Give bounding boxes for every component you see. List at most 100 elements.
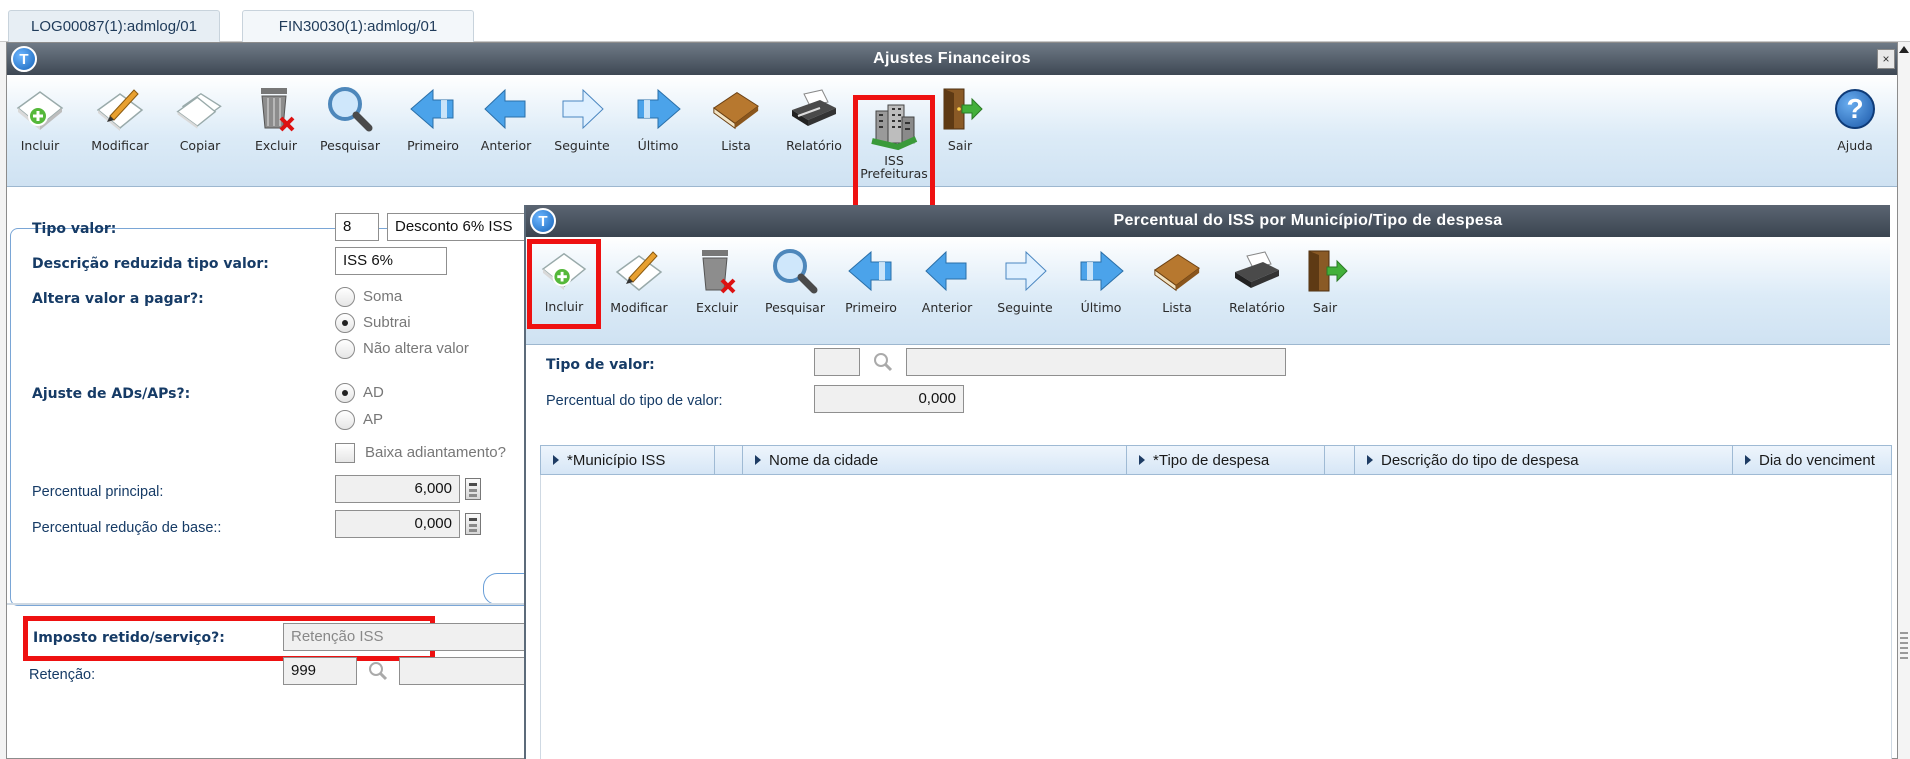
toolbar-seguinte-button[interactable]: Seguinte — [551, 83, 613, 179]
ajuste-ads-aps-label: Ajuste de ADs/APs?: — [32, 386, 191, 402]
column-municipio-iss[interactable]: *Município ISS — [541, 446, 715, 474]
last-icon — [1075, 245, 1127, 297]
vertical-scrollbar[interactable] — [1896, 42, 1910, 759]
toolbar-primeiro-button[interactable]: Primeiro — [402, 83, 464, 179]
imposto-retido-label: Imposto retido/serviço?: — [33, 630, 225, 646]
next-icon — [556, 83, 608, 135]
popup-percentual-field[interactable]: 0,000 — [814, 385, 964, 413]
close-icon[interactable]: × — [1877, 49, 1895, 69]
popup-anterior-button[interactable]: Anterior — [916, 245, 978, 341]
popup-primeiro-button[interactable]: Primeiro — [840, 245, 902, 341]
next-icon — [999, 245, 1051, 297]
toolbar-relatorio-button[interactable]: Relatório — [783, 83, 845, 179]
column-municipio-lookup[interactable] — [715, 446, 743, 474]
tab-fin30030[interactable]: FIN30030(1):admlog/01 — [242, 10, 474, 42]
toolbar-iss-prefeituras-button[interactable]: ISS Prefeituras — [853, 95, 935, 213]
popup-tipo-valor-description-field[interactable] — [906, 348, 1286, 376]
exit-icon — [934, 83, 986, 135]
last-icon — [632, 83, 684, 135]
toolbar-anterior-button[interactable]: Anterior — [475, 83, 537, 179]
popup-ultimo-button[interactable]: Último — [1070, 245, 1132, 341]
percentual-principal-label: Percentual principal: — [32, 484, 164, 500]
toolbar-excluir-button[interactable]: Excluir — [245, 83, 307, 179]
edit-icon — [613, 245, 665, 297]
percentual-reducao-field[interactable]: 0,000 — [335, 510, 460, 538]
retencao-code-field[interactable]: 999 — [283, 657, 357, 685]
grid-body[interactable] — [540, 475, 1892, 759]
radio-soma-label: Soma — [363, 288, 403, 305]
baixa-adiantamento-label: Baixa adiantamento? — [365, 444, 506, 461]
popup-seguinte-button[interactable]: Seguinte — [994, 245, 1056, 341]
help-icon: ? — [1829, 83, 1881, 135]
radio-subtrai[interactable] — [335, 313, 355, 333]
scroll-up-icon[interactable] — [1899, 46, 1909, 53]
main-title: Ajustes Financeiros — [873, 50, 1031, 67]
column-nome-cidade[interactable]: Nome da cidade — [743, 446, 1127, 474]
descricao-reduzida-field[interactable]: ISS 6% — [335, 247, 447, 275]
radio-ad[interactable] — [335, 383, 355, 403]
section-divider — [7, 603, 537, 605]
calculator-icon[interactable] — [465, 513, 481, 535]
add-icon — [14, 83, 66, 135]
radio-ap-label: AP — [363, 411, 384, 428]
search-icon[interactable] — [367, 660, 389, 682]
radio-soma[interactable] — [335, 287, 355, 307]
popup-lista-button[interactable]: Lista — [1146, 245, 1208, 341]
radio-ad-label: AD — [363, 384, 384, 401]
popup-tipo-valor-label: Tipo de valor: — [546, 357, 655, 373]
retencao-description-field[interactable] — [399, 657, 535, 685]
column-descricao-tipo-despesa[interactable]: Descrição do tipo de despesa — [1355, 446, 1733, 474]
column-dia-vencimento[interactable]: Dia do venciment — [1733, 446, 1893, 474]
first-icon — [407, 83, 459, 135]
first-icon — [845, 245, 897, 297]
iss-buildings-icon — [868, 100, 920, 152]
toolbar-modificar-button[interactable]: Modificar — [89, 83, 151, 179]
radio-nao-altera[interactable] — [335, 339, 355, 359]
column-tipo-despesa[interactable]: *Tipo de despesa — [1127, 446, 1325, 474]
popup-excluir-button[interactable]: Excluir — [686, 245, 748, 341]
descricao-reduzida-label: Descrição reduzida tipo valor: — [32, 256, 269, 272]
list-icon — [1151, 245, 1203, 297]
list-icon — [710, 83, 762, 135]
toolbar-ultimo-button[interactable]: Último — [627, 83, 689, 179]
app-logo-icon: T — [530, 208, 556, 234]
imposto-retido-select[interactable]: Retenção ISS — [283, 623, 533, 651]
toolbar-lista-button[interactable]: Lista — [705, 83, 767, 179]
toolbar-incluir-button[interactable]: Incluir — [9, 83, 71, 179]
search-icon[interactable] — [872, 351, 894, 373]
percentual-reducao-label: Percentual redução de base:: — [32, 520, 222, 536]
popup-modificar-button[interactable]: Modificar — [608, 245, 670, 341]
search-icon — [769, 245, 821, 297]
toolbar-copiar-button[interactable]: Copiar — [169, 83, 231, 179]
baixa-adiantamento-checkbox[interactable] — [335, 443, 355, 463]
main-titlebar: Ajustes Financeiros — [7, 43, 1897, 75]
popup-incluir-button[interactable]: Incluir — [527, 239, 601, 329]
calculator-icon[interactable] — [465, 478, 481, 500]
tab-log00087[interactable]: LOG00087(1):admlog/01 — [8, 10, 220, 42]
previous-icon — [921, 245, 973, 297]
popup-relatorio-button[interactable]: Relatório — [1226, 245, 1288, 341]
popup-sair-button[interactable]: Sair — [1294, 245, 1356, 341]
radio-nao-altera-label: Não altera valor — [363, 340, 469, 357]
tipo-valor-code-field[interactable]: 8 — [335, 213, 379, 241]
popup-tipo-valor-code-field[interactable] — [814, 348, 860, 376]
toolbar-sair-button[interactable]: Sair — [929, 83, 991, 179]
search-icon — [324, 83, 376, 135]
copy-icon — [174, 83, 226, 135]
scroll-grip-icon[interactable] — [1900, 632, 1908, 660]
toolbar-ajuda-button[interactable]: ? Ajuda — [1827, 83, 1883, 179]
toolbar-pesquisar-button[interactable]: Pesquisar — [319, 83, 381, 179]
exit-icon — [1299, 245, 1351, 297]
percentual-principal-field[interactable]: 6,000 — [335, 475, 460, 503]
grid-header: *Município ISS Nome da cidade *Tipo de d… — [540, 445, 1892, 475]
radio-ap[interactable] — [335, 410, 355, 430]
column-tipo-despesa-lookup[interactable] — [1325, 446, 1355, 474]
delete-icon — [250, 83, 302, 135]
report-icon — [1231, 245, 1283, 297]
tipo-valor-description-field[interactable]: Desconto 6% ISS — [387, 213, 535, 241]
tipo-valor-label: Tipo valor: — [32, 221, 117, 237]
popup-pesquisar-button[interactable]: Pesquisar — [764, 245, 826, 341]
popup-title: Percentual do ISS por Município/Tipo de … — [1113, 212, 1503, 229]
delete-icon — [691, 245, 743, 297]
retencao-label: Retenção: — [29, 667, 96, 683]
